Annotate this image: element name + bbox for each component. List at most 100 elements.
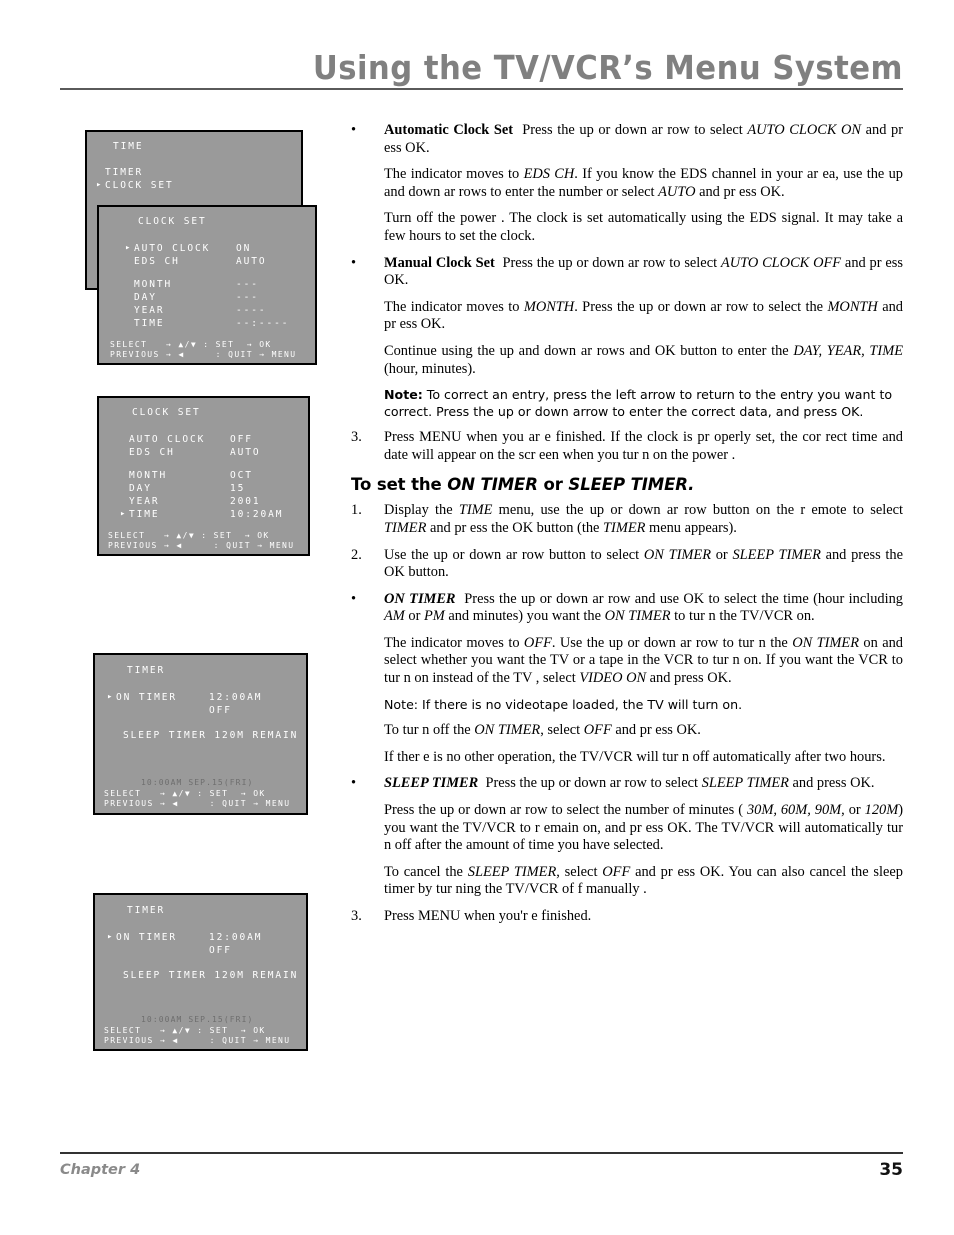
tv-row-label-eds-ch[interactable]: EDS CH xyxy=(134,256,180,267)
tv-row-value-month[interactable]: --- xyxy=(236,279,259,290)
manual-lead-em: AUTO CLOCK OFF xyxy=(720,254,842,271)
tv-menu-title: CLOCK SET xyxy=(132,407,201,418)
ot-p-d: and press OK. xyxy=(646,670,732,687)
s2-b: or xyxy=(711,546,733,563)
manual-clock-set-lead: Manual Clock Set Press the up or down ar… xyxy=(384,255,903,290)
tv-row-value-year[interactable]: ---- xyxy=(236,305,266,316)
tv-row-label-month[interactable]: MONTH xyxy=(129,470,167,481)
footer-chapter-label: Chapter 4 xyxy=(60,1162,141,1178)
tv-row-label-year[interactable]: YEAR xyxy=(134,305,164,316)
st-c-em1: SLEEP TIMER xyxy=(467,863,557,880)
tv-menu-panel-clock-set-manual: CLOCK SET AUTO CLOCK OFF EDS CH AUTO MON… xyxy=(97,396,310,556)
tv-row-label-time[interactable]: TIME xyxy=(134,318,164,329)
tv-row-value-on-timer[interactable]: 12:00AM xyxy=(209,932,262,943)
auto-lead-1: Press the up or down ar row to select xyxy=(522,122,748,138)
s1-d: menu appears). xyxy=(645,519,737,536)
s2-em2: SLEEP TIMER xyxy=(732,546,821,563)
tv-row-value-time[interactable]: 10:20AM xyxy=(230,509,283,520)
tv-row-label-auto-clock[interactable]: AUTO CLOCK xyxy=(134,243,210,254)
tv-row-value-auto-clock[interactable]: OFF xyxy=(230,434,253,445)
tv-row-label-day[interactable]: DAY xyxy=(134,292,157,303)
bullet-icon: • xyxy=(351,254,357,271)
ot-lead-em3: ON TIMER xyxy=(604,608,671,625)
term-automatic-clock-set: Automatic Clock Set xyxy=(384,122,514,138)
manual-p2-em2: MONTH xyxy=(827,298,878,315)
manual-p3-b: (hour, minutes). xyxy=(384,360,476,377)
tv-footer-select-hint: SELECT → ▲/▼ : SET → OK xyxy=(104,789,266,798)
auto-clock-set-lead: Automatic Clock Set Press the up or down… xyxy=(384,122,903,157)
footer-page-number: 35 xyxy=(879,1160,903,1180)
note-label: Note: xyxy=(384,387,423,403)
tv-row-value-on-timer-state[interactable]: OFF xyxy=(209,705,232,716)
tv-row-value-time[interactable]: --:---- xyxy=(236,318,289,329)
tv-row-label-on-timer[interactable]: ON TIMER xyxy=(116,932,177,943)
tv-menu-title: TIMER xyxy=(127,665,166,676)
step-3-clock-text: Press MENU when you ar e finished. If th… xyxy=(384,429,903,463)
tv-row-label-time[interactable]: TIME xyxy=(129,509,159,520)
tv-menu-title: TIME xyxy=(113,141,144,152)
manual-p2-em1: MONTH xyxy=(523,298,575,315)
ot-off-b: , select xyxy=(540,722,584,739)
selection-arrow-icon: ▸ xyxy=(107,692,113,702)
bullet-icon: • xyxy=(351,122,357,138)
manual-lead-1: Press the up or down ar row to select xyxy=(502,254,721,271)
tv-row-label-eds-ch[interactable]: EDS CH xyxy=(129,447,175,458)
term-manual-clock-set: Manual Clock Set xyxy=(384,254,495,271)
tv-row-label-on-timer[interactable]: ON TIMER xyxy=(116,692,177,703)
tv-menu-panel-timer-second: TIMER ▸ ON TIMER 12:00AM OFF SLEEP TIMER… xyxy=(93,893,308,1051)
step-number: 2. xyxy=(351,546,362,563)
auto-p2-em2: AUTO xyxy=(658,183,696,200)
bullet-on-timer: • ON TIMER Press the up or down ar row a… xyxy=(351,591,903,767)
st-c-em2: OFF xyxy=(602,863,631,880)
tv-footer-select-hint: SELECT → ▲/▼ : SET → OK xyxy=(108,531,270,540)
ot-lead-c: and minutes) you want the xyxy=(444,608,605,625)
term-sleep-timer: SLEEP TIMER xyxy=(384,775,479,792)
st-p-b: , or xyxy=(841,801,865,818)
note-videotape: Note: If there is no videotape loaded, t… xyxy=(384,696,743,712)
step-3-timer-text: Press MENU when you'r e finished. xyxy=(384,907,592,924)
st-c-a: To cancel the xyxy=(384,863,468,880)
ot-off-em2: OFF xyxy=(583,722,612,739)
manual-clock-set-para-2: The indicator moves to MONTH. Press the … xyxy=(384,299,903,334)
manual-p2-a: The indicator moves to xyxy=(384,298,524,315)
sleep-timer-para: Press the up or down ar row to select th… xyxy=(384,802,903,855)
st-p-a: Press the up or down ar row to select th… xyxy=(384,801,747,818)
tv-footer-select-hint: SELECT → ▲/▼ : SET → OK xyxy=(110,340,272,349)
tv-row-value-auto-clock[interactable]: ON xyxy=(236,243,251,254)
heading-a: To set the xyxy=(351,475,448,495)
step-number: 3. xyxy=(351,429,362,446)
tv-row-value-year[interactable]: 2001 xyxy=(230,496,260,507)
tv-menu-item-clock-set[interactable]: CLOCK SET xyxy=(105,180,174,191)
auto-lead-em: AUTO CLOCK ON xyxy=(747,122,862,138)
s2-em1: ON TIMER xyxy=(643,546,711,563)
tv-row-value-day[interactable]: 15 xyxy=(230,483,245,494)
tv-row-label-month[interactable]: MONTH xyxy=(134,279,172,290)
s1-b: menu, use the up or down ar row button o… xyxy=(492,502,903,519)
tv-footer-previous-hint: PREVIOUS → ◀ : QUIT → MENU xyxy=(104,1036,291,1045)
tv-row-value-day[interactable]: --- xyxy=(236,292,259,303)
tv-row-value-eds-ch[interactable]: AUTO xyxy=(230,447,260,458)
note-correct-entry: Note: To correct an entry, press the lef… xyxy=(384,387,903,420)
on-timer-off-para: To tur n off the ON TIMER, select OFF an… xyxy=(384,722,903,740)
tv-menu-panel-timer-first: TIMER ▸ ON TIMER 12:00AM OFF SLEEP TIMER… xyxy=(93,653,308,815)
tv-row-sleep-timer[interactable]: SLEEP TIMER 120M REMAIN xyxy=(123,730,298,741)
tv-row-sleep-timer[interactable]: SLEEP TIMER 120M REMAIN xyxy=(123,970,298,981)
st-lead-b: and press OK. xyxy=(788,775,875,792)
tv-row-label-year[interactable]: YEAR xyxy=(129,496,159,507)
bullet-automatic-clock-set: • Automatic Clock Set Press the up or do… xyxy=(351,122,903,246)
ot-p-em1: OFF xyxy=(523,634,552,651)
tv-menu-item-timer[interactable]: TIMER xyxy=(105,167,143,178)
tv-row-label-auto-clock[interactable]: AUTO CLOCK xyxy=(129,434,205,445)
step-2-timer: 2. Use the up or down ar row button to s… xyxy=(351,547,903,582)
step-number: 1. xyxy=(351,502,362,519)
section-heading-timers: To set the ON TIMER or SLEEP TIMER. xyxy=(351,475,903,494)
auto-p2-c: and pr ess OK. xyxy=(695,183,785,200)
tv-row-label-day[interactable]: DAY xyxy=(129,483,152,494)
tv-row-value-on-timer[interactable]: 12:00AM xyxy=(209,692,262,703)
ot-lead-b: or xyxy=(404,608,424,625)
tv-row-value-month[interactable]: OCT xyxy=(230,470,253,481)
tv-row-value-eds-ch[interactable]: AUTO xyxy=(236,256,266,267)
tv-row-value-on-timer-state[interactable]: OFF xyxy=(209,945,232,956)
tv-menu-title: CLOCK SET xyxy=(138,216,207,227)
auto-clock-set-para-2: The indicator moves to EDS CH. If you kn… xyxy=(384,166,903,201)
